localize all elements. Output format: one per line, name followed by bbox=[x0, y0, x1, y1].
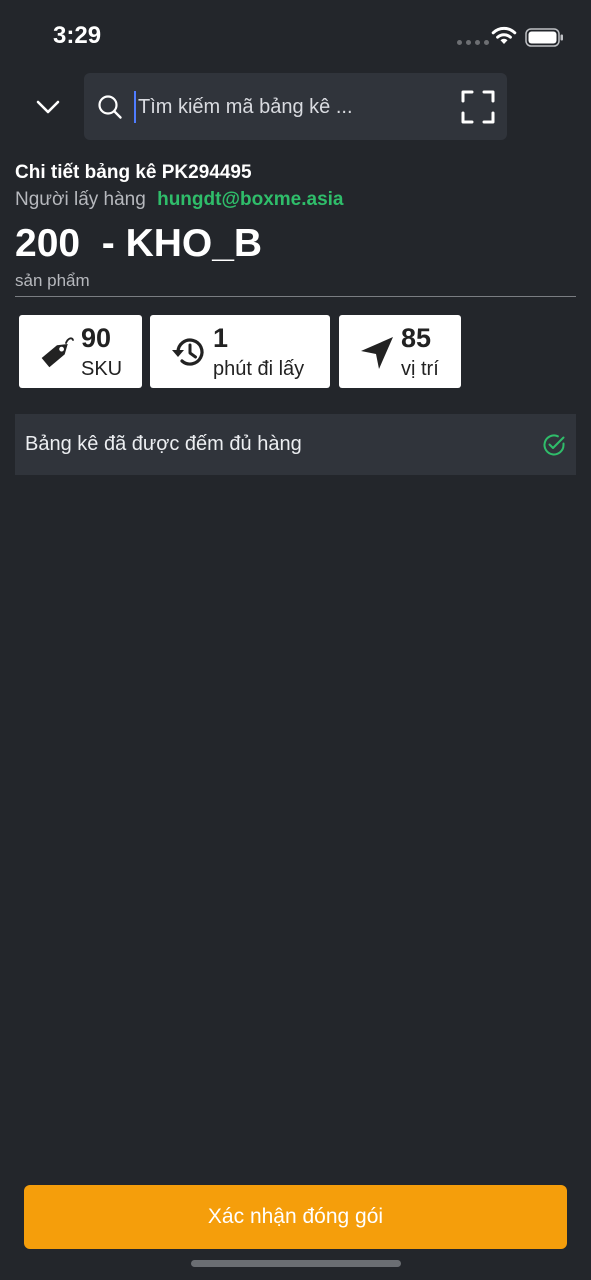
tag-icon bbox=[41, 337, 74, 368]
stat-label: vị trí bbox=[401, 358, 439, 380]
confirm-packing-button[interactable]: Xác nhận đóng gói bbox=[24, 1185, 567, 1249]
stat-value: 90 bbox=[81, 323, 112, 353]
check-circle-icon bbox=[543, 434, 565, 456]
picker-email: hungdt@boxme.asia bbox=[157, 189, 344, 210]
divider bbox=[15, 296, 576, 297]
history-clock-icon bbox=[172, 338, 204, 366]
stat-value: 1 bbox=[213, 323, 229, 353]
search-box[interactable] bbox=[84, 73, 507, 140]
stat-value: 85 bbox=[401, 323, 432, 353]
scan-frame-icon[interactable] bbox=[461, 90, 495, 124]
notice-text: Bảng kê đã được đếm đủ hàng bbox=[25, 433, 302, 455]
stat-card-pick-time: 1 phút đi lấy bbox=[150, 315, 330, 388]
picker-row: Người lấy hàng hungdt@boxme.asia bbox=[15, 189, 343, 211]
home-indicator bbox=[191, 1260, 401, 1267]
stat-label: phút đi lấy bbox=[213, 358, 305, 380]
stat-label: SKU bbox=[81, 358, 123, 380]
search-input[interactable] bbox=[134, 91, 440, 123]
status-notice: Bảng kê đã được đếm đủ hàng bbox=[15, 414, 576, 475]
product-summary: 200 - KHO_B bbox=[15, 222, 262, 266]
collapse-chevron-button[interactable] bbox=[30, 90, 66, 124]
chevron-down-icon bbox=[36, 100, 60, 114]
header bbox=[0, 72, 591, 142]
warehouse-code: - KHO_B bbox=[80, 222, 263, 265]
stat-card-locations: 85 vị trí bbox=[339, 315, 461, 388]
stat-card-sku: 90 SKU bbox=[19, 315, 142, 388]
search-icon bbox=[98, 95, 122, 119]
navigation-arrow-icon bbox=[361, 337, 393, 369]
cellular-signal-icon bbox=[457, 40, 489, 45]
unit-label: sản phẩm bbox=[15, 271, 90, 290]
battery-icon bbox=[525, 28, 563, 47]
page-title: Chi tiết bảng kê PK294495 bbox=[15, 162, 252, 183]
picker-label: Người lấy hàng bbox=[15, 189, 146, 210]
status-bar: 3:29 bbox=[0, 0, 591, 72]
wifi-icon bbox=[491, 26, 517, 44]
status-time: 3:29 bbox=[53, 22, 102, 49]
product-count: 200 bbox=[15, 222, 81, 265]
